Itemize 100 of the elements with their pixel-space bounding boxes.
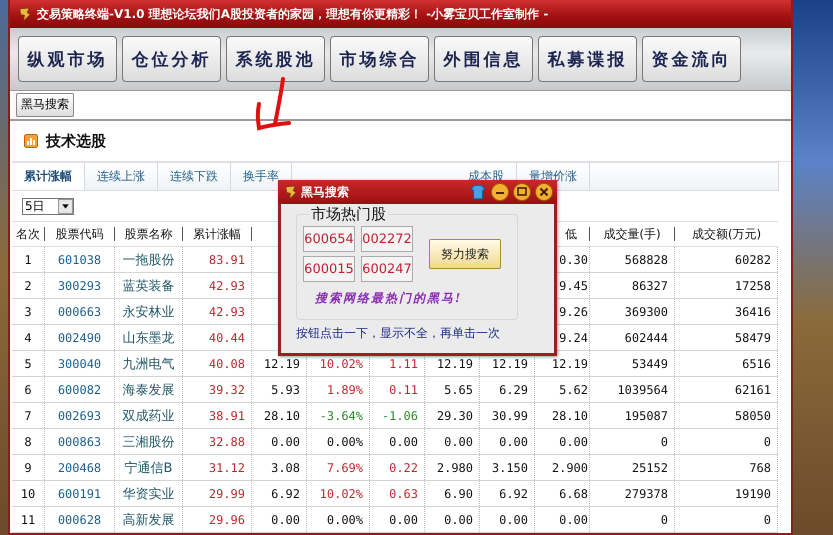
table-cell: 10.02% [320,486,363,500]
rank-cell: 3 [24,304,32,318]
name-cell-text: 永安林业 [122,304,174,320]
shirt-icon[interactable] [469,183,487,201]
table-cell: 58050 [734,408,771,422]
gain-cell: 39.32 [208,382,245,396]
toolbar-button[interactable]: 纵观市场 [18,36,117,82]
table-cell: 25152 [632,460,668,474]
toolbar-button[interactable]: 外围信息 [434,36,533,82]
toolbar-button[interactable]: 系统股池 [226,36,325,82]
gain-cell: 29.99 [208,486,245,500]
name-cell-text: 山东墨龙 [122,330,174,346]
table-cell: 0.00 [444,434,473,448]
table-cell: 6.92 [499,486,528,500]
tab[interactable]: 累计涨幅 [12,163,85,190]
toolbar-button[interactable]: 市场综合 [330,36,429,82]
rank-cell: 7 [24,408,32,422]
toolbar-button[interactable]: 资金流向 [642,36,741,82]
table-cell: 9.24 [559,330,588,344]
table-cell: 0.00% [326,512,363,526]
toolbar-button[interactable]: 仓位分析 [122,36,221,82]
table-cell: 12.19 [436,356,473,370]
table-cell: 2.980 [436,460,473,474]
table-cell: 0 [764,512,771,526]
name-cell-text: 高新发展 [122,512,174,528]
rank-cell: 5 [24,356,32,370]
rank-cell: 6 [24,382,32,396]
code-cell: 300040 [58,356,102,370]
gain-cell: 31.12 [208,460,245,474]
stock-code-field: 600654 [303,226,355,252]
code-cell: 300293 [58,278,102,292]
table-cell: 568828 [624,252,668,266]
name-cell-text: 三湘股份 [122,434,174,450]
column-header: 成交量(手) [603,226,661,242]
table-cell: 195087 [624,408,668,422]
column-header: 股票代码 [56,226,104,242]
rank-cell: 1 [24,252,32,266]
table-cell: 17258 [734,278,771,292]
rank-cell: 11 [20,512,36,526]
code-cell: 600191 [58,486,102,500]
table-cell: -3.64% [320,408,363,422]
name-cell-text: 华资实业 [122,486,174,502]
table-cell: 0.00 [389,434,418,448]
minimize-icon[interactable] [491,183,509,201]
stock-code-field: 600015 [303,256,355,282]
table-cell: 58479 [734,330,771,344]
gain-cell: 38.91 [208,408,245,422]
rank-cell: 2 [24,278,32,292]
table-cell: 19190 [734,486,771,500]
rank-cell: 4 [24,330,32,344]
table-cell: 5.93 [271,382,300,396]
column-header: 股票名称 [124,226,172,242]
table-cell: 6.92 [271,486,300,500]
gain-cell: 40.08 [208,356,245,370]
toolbar-button[interactable]: 私募谍报 [538,36,637,82]
gain-cell: 32.88 [208,434,245,448]
app-logo-icon [18,6,31,22]
table-cell: 12.19 [264,356,300,370]
table-cell: 9.45 [559,278,588,292]
table-cell: 36416 [734,304,771,318]
panel-title: 技术选股 [46,132,106,150]
table-cell: 0.00 [444,512,473,526]
table-cell: 3.150 [492,460,528,474]
table-cell: 768 [749,460,771,474]
column-header: 名次 [16,226,40,242]
dialog-title: 黑马搜索 [301,184,350,200]
tab[interactable]: 连续下跌 [158,163,231,190]
table-cell: 0.63 [389,486,418,500]
table-cell: 6.90 [444,486,473,500]
table-cell: 0.00 [271,512,300,526]
name-cell-text: 蓝英装备 [122,278,174,294]
table-cell: 5.62 [559,382,588,396]
dark-horse-search-button[interactable]: 黑马搜索 [16,92,74,117]
name-cell-text: 海泰发展 [122,382,174,398]
table-cell: 28.10 [552,408,588,422]
column-header: 低 [565,226,577,242]
gain-cell: 29.96 [208,512,245,526]
name-cell-text: 双成药业 [122,408,174,424]
table-cell: 0.00 [271,434,300,448]
search-button[interactable]: 努力搜索 [429,239,501,269]
maximize-icon[interactable] [513,183,531,201]
table-cell: 0 [764,434,771,448]
code-cell: 000863 [58,434,102,448]
stock-code-field: 002272 [361,226,413,252]
tab[interactable]: 连续上涨 [85,163,158,190]
table-cell: 0.22 [389,460,418,474]
stock-code-field: 600247 [361,256,413,282]
table-cell: 12.19 [492,356,528,370]
table-cell: 1.11 [389,356,418,370]
code-cell: 600082 [58,382,102,396]
code-cell: 000663 [58,304,102,318]
code-cell: 601038 [58,252,102,266]
close-icon[interactable] [535,183,553,201]
period-dropdown[interactable]: 5日 [22,198,74,214]
rank-cell: 9 [24,460,32,474]
table-cell: 7.69% [326,460,363,474]
window-title: 交易策略终端-V1.0 理想论坛我们A股投资者的家园，理想有你更精彩！ -小雾宝贝工作室制作 - [37,6,548,23]
table-cell: 0.00 [389,512,418,526]
table-cell: 3.08 [271,460,300,474]
table-cell: 6.29 [499,382,528,396]
